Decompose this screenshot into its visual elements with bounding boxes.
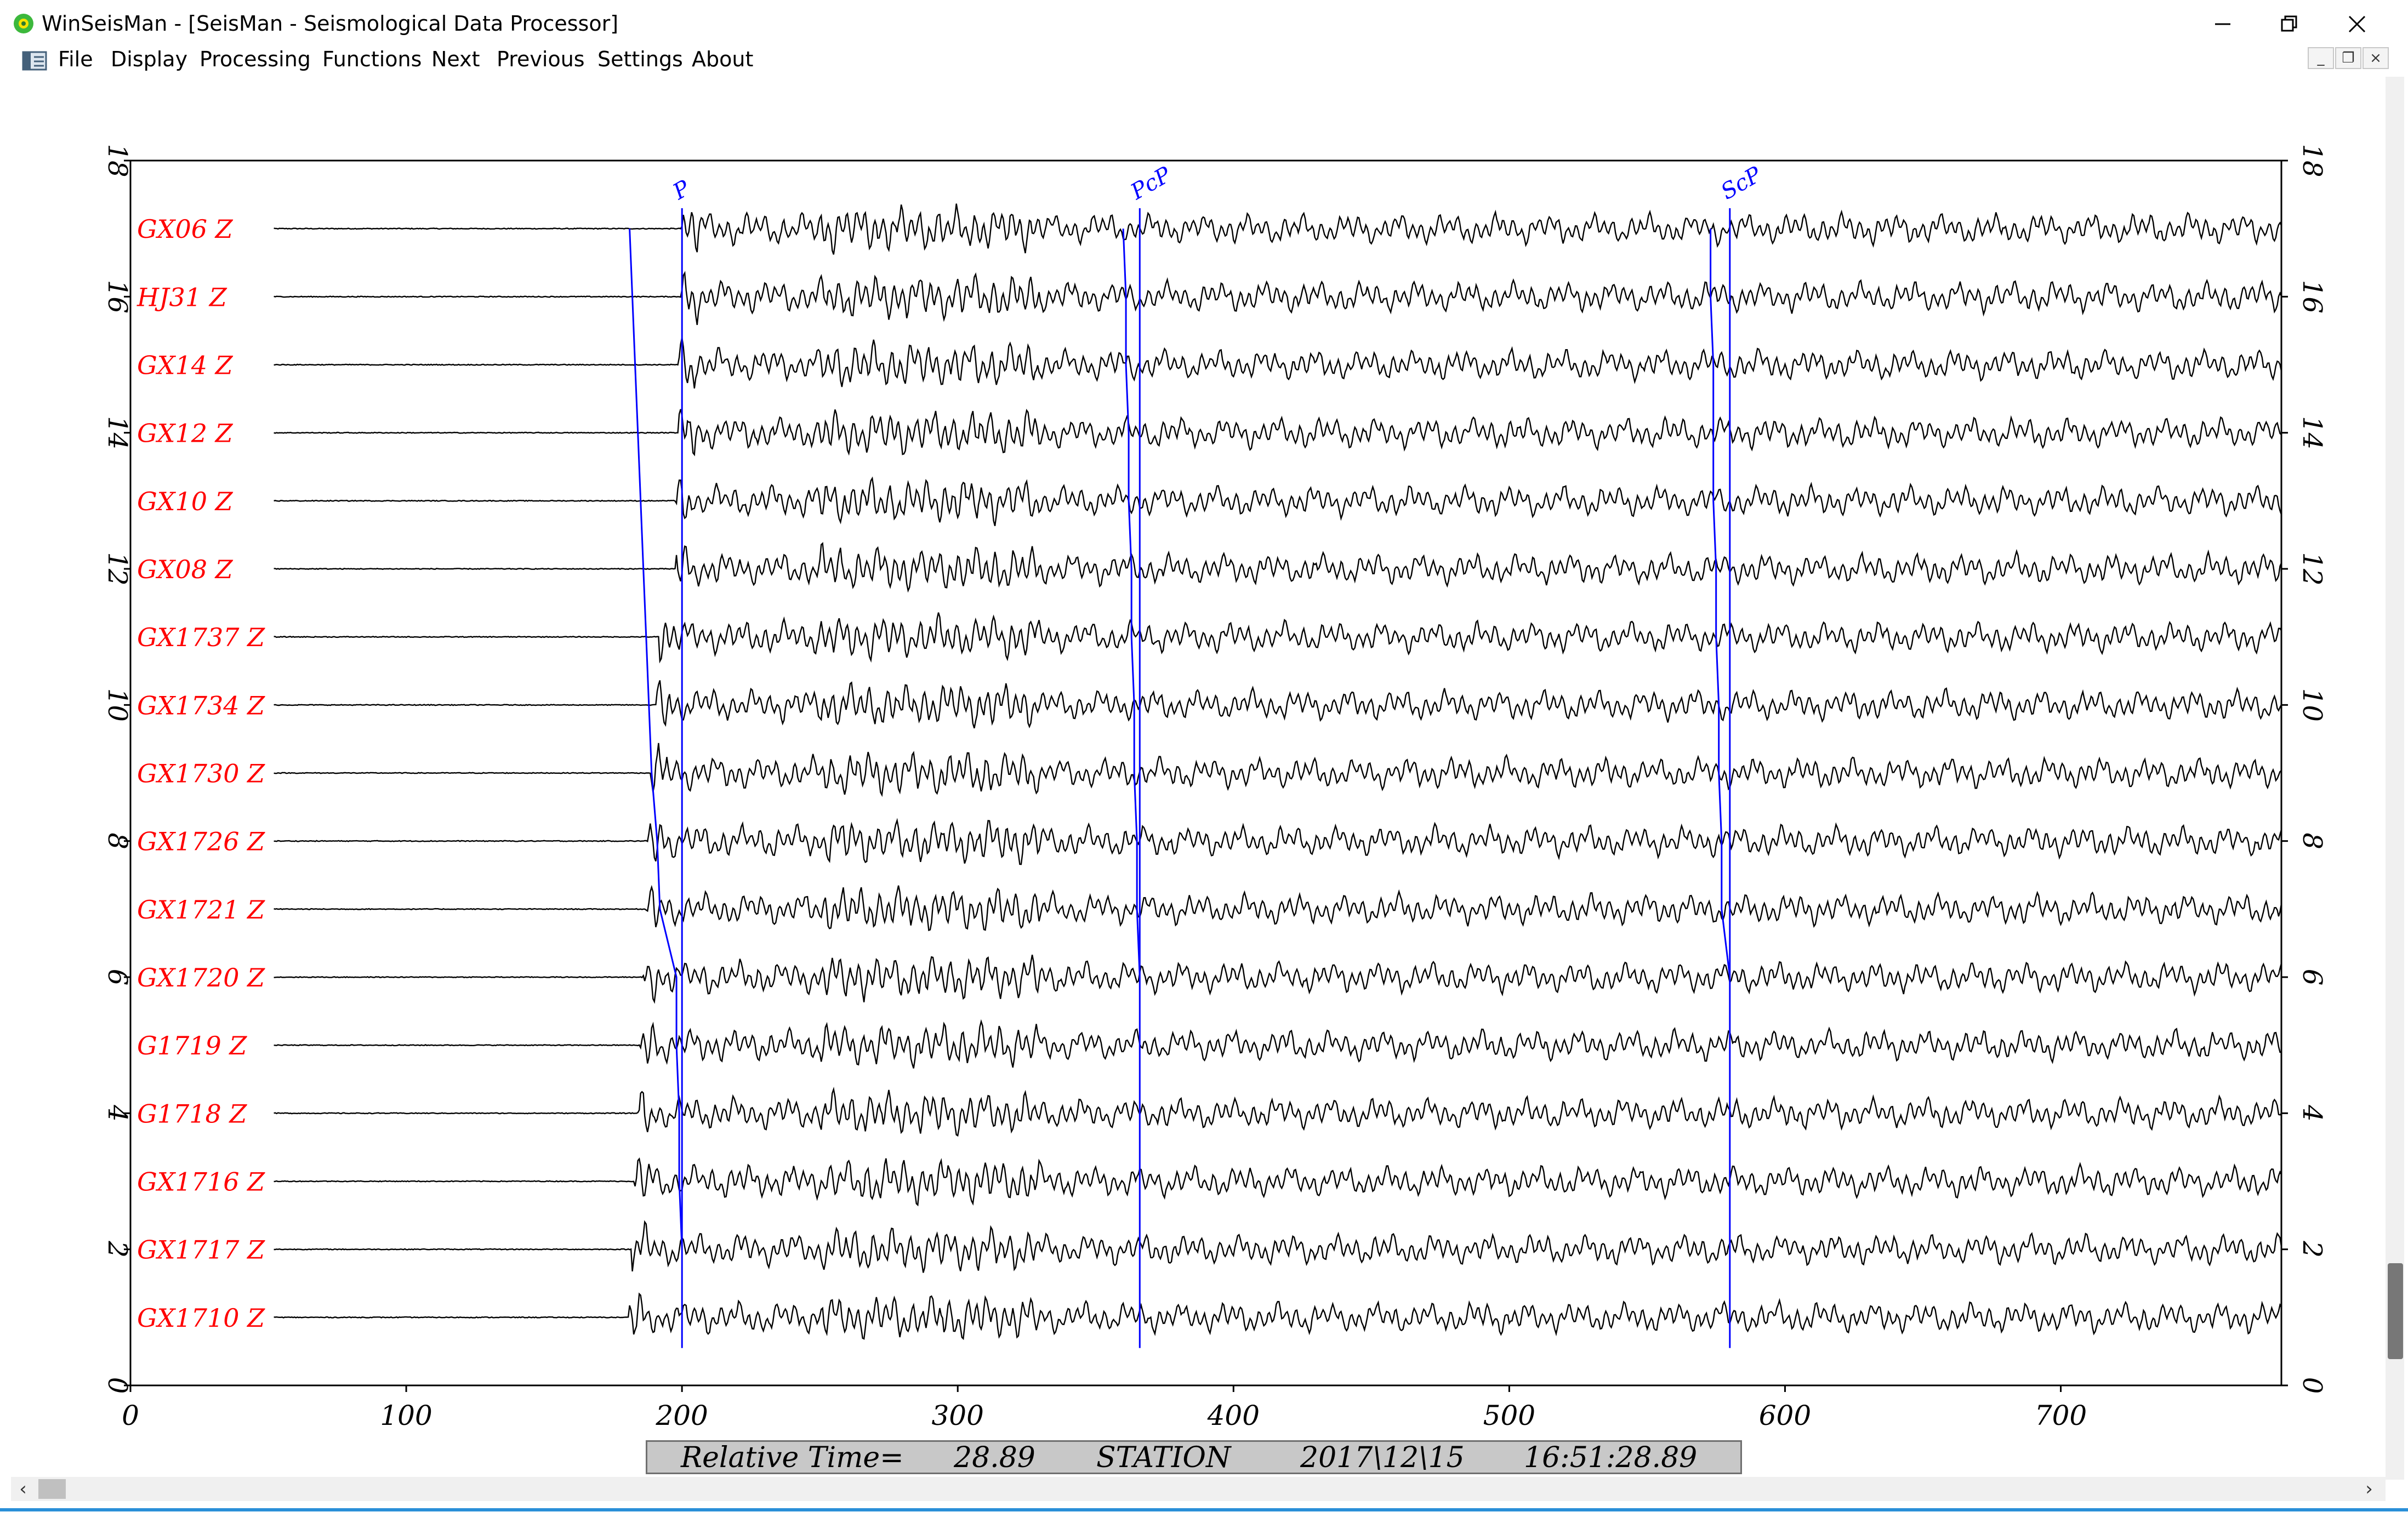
waveform-trace <box>274 612 2282 664</box>
y-tick-label-right: 8 <box>2297 832 2327 849</box>
status-time: 16:51:28.89 <box>1524 1441 1698 1474</box>
horizontal-scrollbar[interactable] <box>11 1477 2386 1501</box>
waveform-trace <box>274 203 2282 255</box>
x-tick-label: 300 <box>932 1400 984 1431</box>
waveform-trace <box>274 680 2282 729</box>
waveform-trace <box>274 408 2282 457</box>
y-tick-label-right: 12 <box>2297 552 2327 585</box>
y-tick-label-right: 10 <box>2297 688 2327 722</box>
station-label: STATION <box>1096 1441 1231 1474</box>
station-label: GX14 Z <box>137 351 234 380</box>
y-tick-label-left: 14 <box>102 416 133 449</box>
waveform-trace <box>274 743 2282 797</box>
y-tick-label-left: 10 <box>102 688 133 722</box>
y-tick-label-right: 4 <box>2297 1104 2327 1122</box>
phase-label: PcP <box>1126 162 1176 205</box>
waveform-trace <box>274 1019 2282 1069</box>
waveform-trace <box>274 1220 2282 1273</box>
x-tick-label: 200 <box>655 1400 708 1431</box>
station-label: GX10 Z <box>137 487 234 516</box>
station-label: GX06 Z <box>137 214 234 244</box>
station-label: GX1710 Z <box>137 1303 265 1333</box>
waveform-trace <box>274 1086 2282 1137</box>
relative-time-value: 28.89 <box>954 1441 1035 1474</box>
station-label: GX1720 Z <box>137 963 265 992</box>
y-tick-label-left: 8 <box>102 832 133 849</box>
station-label: GX1721 Z <box>137 895 265 925</box>
station-label: GX1716 Z <box>137 1167 265 1197</box>
x-tick-label: 700 <box>2035 1400 2087 1431</box>
y-tick-label-left: 4 <box>102 1104 133 1122</box>
waveform-trace <box>274 338 2282 389</box>
y-tick-label-right: 0 <box>2297 1377 2327 1394</box>
y-tick-label-left: 12 <box>102 552 133 585</box>
horizontal-scroll-thumb[interactable] <box>38 1479 66 1499</box>
y-tick-label-left: 18 <box>102 144 133 177</box>
station-label: HJ31 Z <box>136 282 227 312</box>
waveform-trace <box>274 1157 2282 1207</box>
y-tick-label-left: 6 <box>102 969 133 986</box>
y-tick-label-left: 2 <box>102 1240 133 1258</box>
x-tick-label: 400 <box>1207 1400 1260 1431</box>
status-date: 2017\12\15 <box>1300 1441 1465 1474</box>
station-label: GX1730 Z <box>137 759 265 789</box>
y-tick-label-left: 0 <box>102 1377 133 1394</box>
waveform-trace <box>274 818 2282 865</box>
x-tick-label: 600 <box>1759 1400 1811 1431</box>
waveform-trace <box>274 1292 2282 1340</box>
station-label: GX1737 Z <box>137 623 265 652</box>
station-label: GX12 Z <box>137 419 234 448</box>
y-tick-label-left: 16 <box>102 280 133 313</box>
vertical-scroll-thumb[interactable] <box>2388 1263 2403 1359</box>
y-tick-label-right: 2 <box>2297 1240 2327 1258</box>
x-tick-label: 500 <box>1483 1400 1535 1431</box>
station-label: GX1734 Z <box>137 691 265 720</box>
phase-label: P <box>668 175 694 205</box>
y-tick-label-right: 18 <box>2297 144 2327 177</box>
scroll-right-arrow-icon[interactable]: › <box>2357 1477 2381 1501</box>
y-tick-label-right: 16 <box>2297 280 2327 313</box>
y-tick-label-right: 14 <box>2297 416 2327 449</box>
station-label: GX1717 Z <box>137 1235 265 1265</box>
phase-label: ScP <box>1717 162 1766 205</box>
station-label: G1719 Z <box>137 1031 247 1060</box>
waveform-trace <box>274 271 2282 326</box>
waveform-trace <box>274 476 2282 527</box>
scroll-left-arrow-icon[interactable]: ‹ <box>11 1477 35 1501</box>
x-tick-label: 0 <box>122 1400 139 1431</box>
y-tick-label-right: 6 <box>2297 969 2327 986</box>
station-label: GX1726 Z <box>137 827 265 857</box>
x-tick-label: 100 <box>380 1400 432 1431</box>
station-label: G1718 Z <box>137 1099 247 1128</box>
window-bottom-border <box>0 1508 2408 1511</box>
waveform-trace <box>274 885 2282 932</box>
station-label: GX08 Z <box>137 555 234 584</box>
seismogram-plot: 0 100 200 300 400 500 600 700 0 0 2 2 4 4 6 6 8 8 10 10 12 12… <box>102 144 2327 1431</box>
waveform-trace <box>274 954 2282 1004</box>
relative-time-label: Relative Time= <box>681 1441 904 1474</box>
waveform-trace <box>274 541 2282 593</box>
